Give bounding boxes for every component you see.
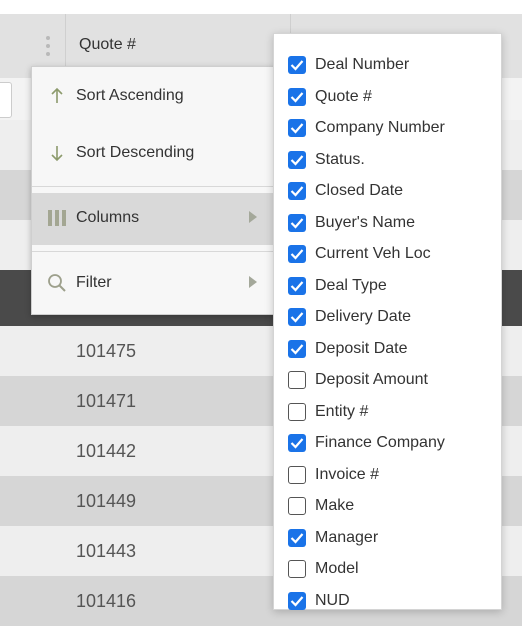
columns-panel: Deal Number Quote # Company Number Status. C… (273, 33, 502, 610)
checkbox-unchecked[interactable] (288, 371, 306, 389)
checkbox-unchecked[interactable] (288, 497, 306, 515)
checkbox-checked[interactable] (288, 182, 306, 200)
quote-cell: 101443 (76, 541, 137, 561)
menu-item-filter[interactable]: Filter (32, 258, 277, 310)
column-toggle-label: Manager (315, 528, 379, 546)
column-toggle-label: Quote # (315, 87, 372, 105)
column-toggle-label: Company Number (315, 119, 445, 136)
column-toggle-label: Buyer's Name (315, 213, 415, 231)
checkbox-checked[interactable] (288, 87, 306, 106)
checkbox-checked[interactable] (288, 276, 306, 295)
column-toggle-label: Closed Date (315, 182, 404, 199)
checkbox-checked[interactable] (288, 56, 306, 74)
checkbox-checked[interactable] (288, 591, 306, 610)
column-menu: Sort Ascending Sort Descending Columns F… (31, 66, 278, 315)
menu-divider (32, 251, 277, 252)
search-icon (46, 272, 68, 294)
column-toggle-label: Deal Type (315, 276, 387, 294)
checkbox-checked[interactable] (288, 245, 306, 263)
checkbox-checked[interactable] (288, 434, 306, 452)
checkbox-unchecked[interactable] (288, 560, 306, 578)
checkbox-checked[interactable] (288, 150, 306, 169)
column-toggle-label: Status. (315, 150, 365, 168)
filter-input[interactable] (0, 82, 12, 118)
checkbox-checked[interactable] (288, 528, 306, 547)
column-toggle-label: Deposit Amount (315, 371, 428, 388)
menu-divider (32, 186, 277, 187)
column-toggle-label: Current Veh Loc (315, 245, 431, 262)
column-toggle-label: Entity # (315, 402, 369, 420)
columns-icon (46, 207, 68, 229)
submenu-arrow-icon (249, 211, 257, 223)
checkbox-checked[interactable] (288, 308, 306, 326)
checkbox-checked[interactable] (288, 213, 306, 232)
checkbox-unchecked[interactable] (288, 402, 306, 421)
menu-item-sort-descending[interactable]: Sort Descending (32, 128, 277, 180)
column-toggle-label: Delivery Date (315, 308, 412, 325)
column-toggle-label: Model (315, 560, 359, 577)
column-toggle-label: Invoice # (315, 465, 380, 483)
submenu-arrow-icon (249, 276, 257, 288)
column-toggle-label: Deal Number (315, 56, 410, 73)
column-toggle-label: Finance Company (315, 434, 445, 451)
menu-item-label: Filter (76, 274, 112, 291)
quote-cell: 101442 (76, 441, 137, 461)
menu-item-label: Columns (76, 209, 140, 226)
checkbox-checked[interactable] (288, 119, 306, 137)
column-header-quote[interactable]: Quote # (79, 36, 136, 54)
menu-item-label: Sort Descending (76, 144, 195, 161)
column-menu-icon[interactable] (44, 34, 52, 58)
column-toggle-label: Deposit Date (315, 339, 408, 357)
quote-cell: 101449 (76, 491, 137, 511)
menu-item-label: Sort Ascending (76, 87, 184, 104)
arrow-up-icon (46, 85, 68, 107)
column-toggle-label: NUD (315, 591, 350, 609)
menu-item-sort-ascending[interactable]: Sort Ascending (32, 71, 277, 123)
arrow-down-icon (46, 142, 68, 164)
quote-cell: 101471 (76, 391, 137, 411)
column-toggle-label: Make (315, 497, 355, 514)
quote-cell: 101475 (76, 341, 137, 361)
menu-item-columns[interactable]: Columns (32, 193, 277, 245)
quote-cell: 101416 (76, 591, 137, 611)
checkbox-checked[interactable] (288, 339, 306, 358)
checkbox-unchecked[interactable] (288, 465, 306, 484)
